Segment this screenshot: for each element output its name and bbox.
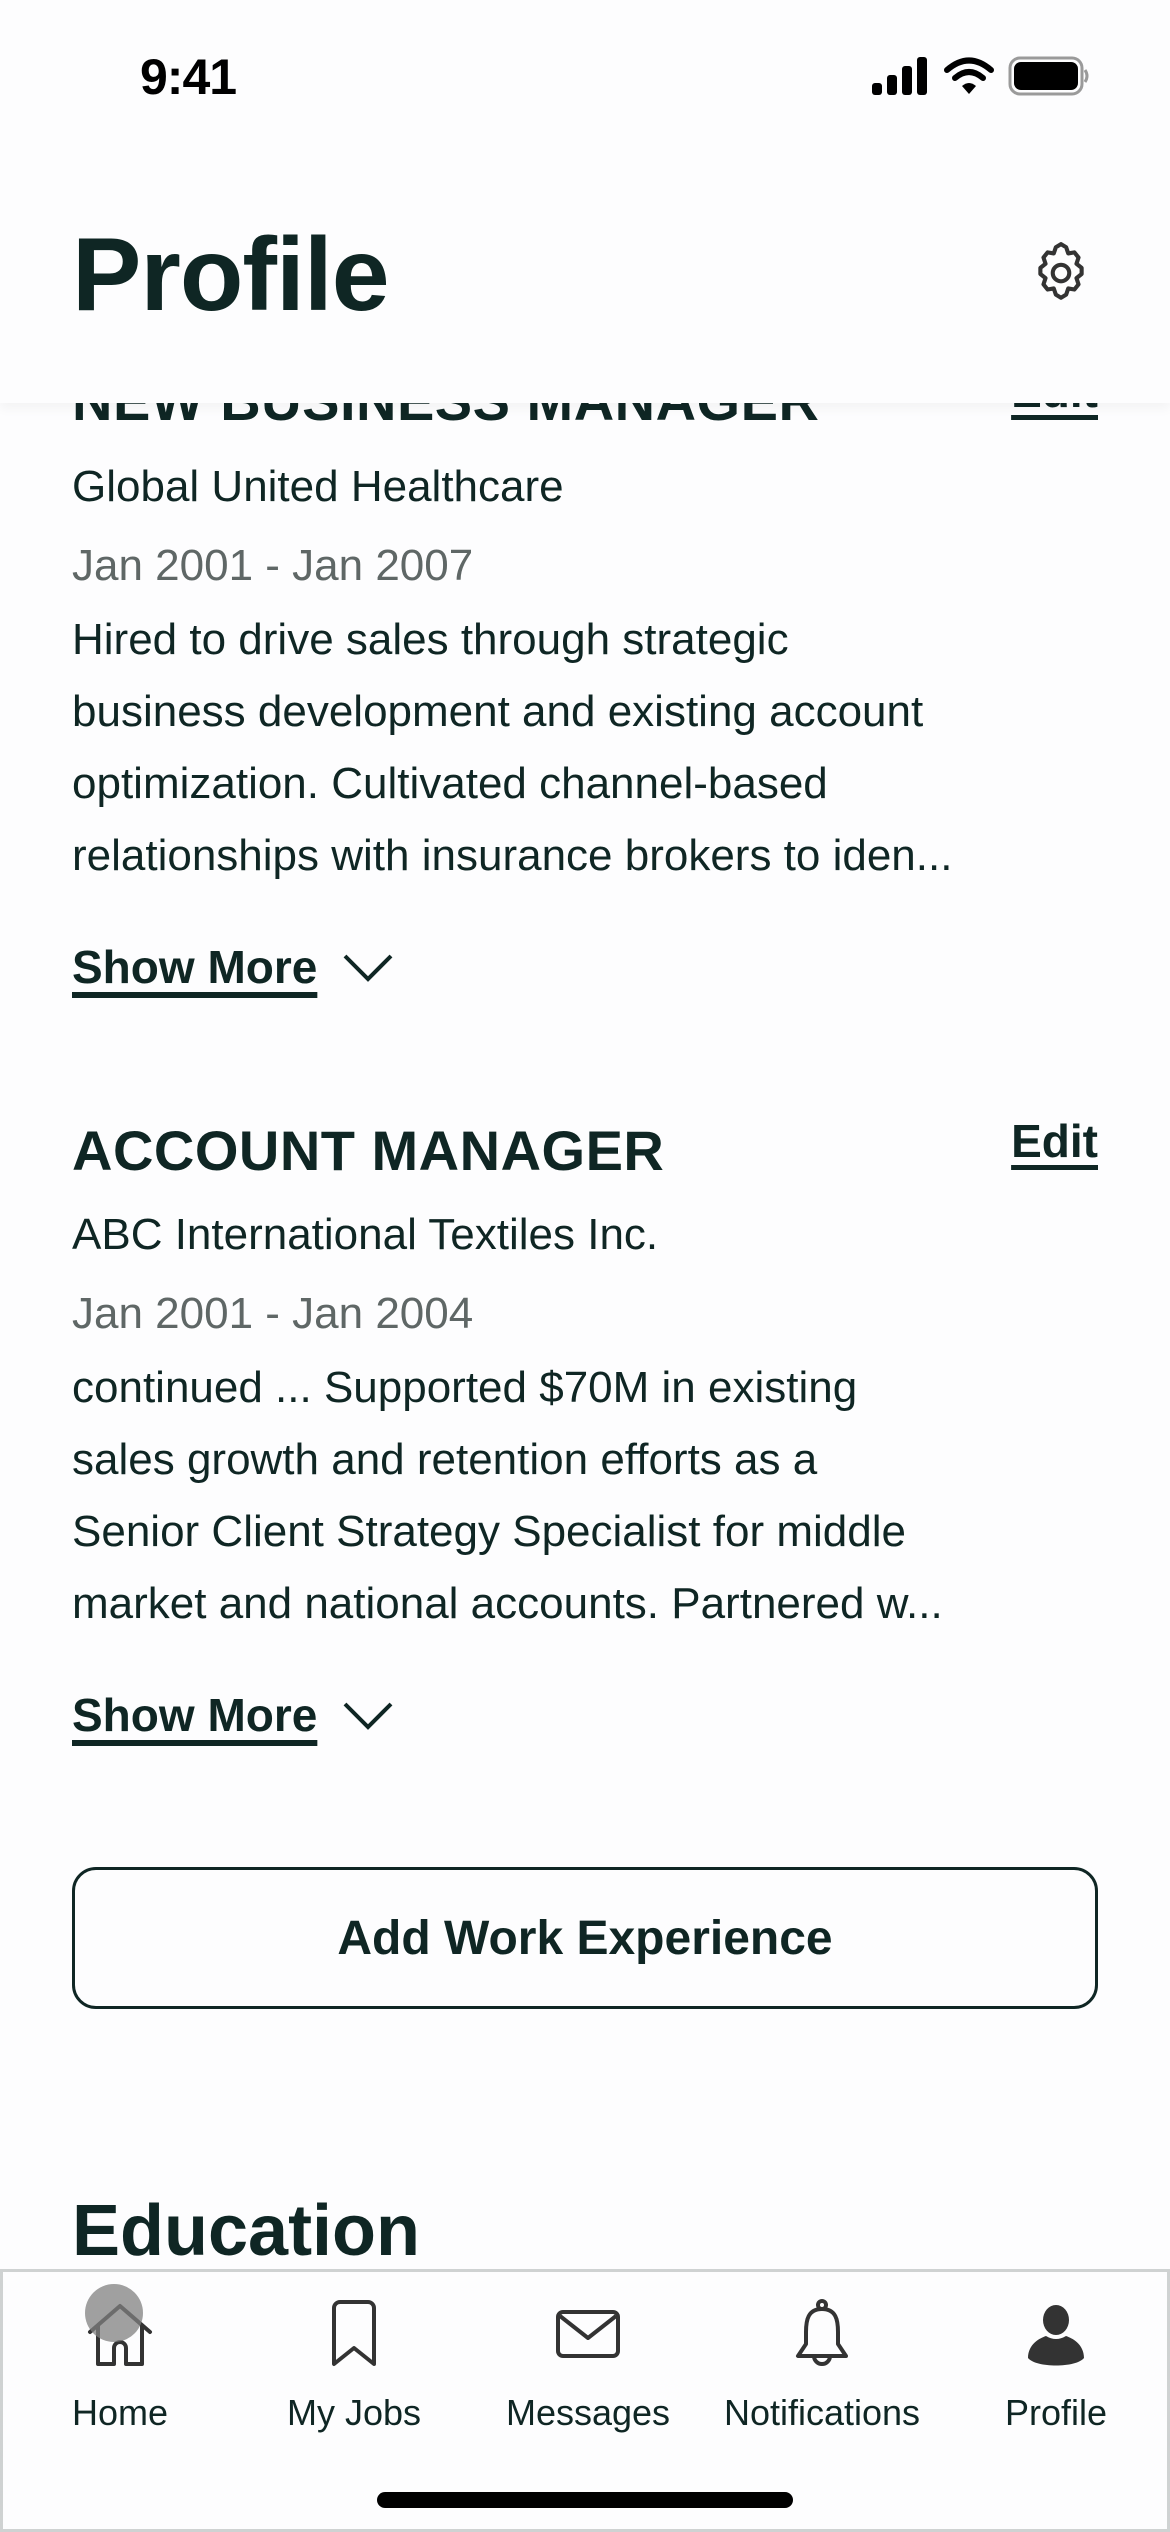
bell-icon — [796, 2299, 848, 2366]
tab-label: Profile — [1004, 2392, 1108, 2433]
tab-label: My Jobs — [286, 2392, 422, 2433]
gear-icon[interactable] — [1028, 240, 1094, 306]
employment-dates: Jan 2001 - Jan 2004 — [72, 1289, 474, 1338]
tab-profile[interactable]: Profile — [939, 2272, 1170, 2452]
description-line: continued ... Supported $70M in existing — [72, 1363, 858, 1412]
company-name: Global United Healthcare — [72, 462, 564, 511]
chevron-down-icon — [343, 1702, 393, 1730]
description-line: business development and existing accoun… — [72, 687, 924, 736]
tab-notifications[interactable]: Notifications — [705, 2272, 939, 2452]
show-more-button[interactable]: Show More — [72, 940, 395, 994]
home-indicator[interactable] — [377, 2492, 793, 2508]
battery-icon — [1008, 56, 1089, 96]
tab-label: Messages — [505, 2392, 671, 2433]
touch-indicator — [85, 2284, 143, 2342]
envelope-icon — [556, 2310, 620, 2358]
description-line: relationships with insurance brokers to … — [72, 831, 953, 880]
chevron-down-icon — [343, 954, 393, 982]
description-line: market and national accounts. Partnered … — [72, 1579, 943, 1628]
job-description: continued ... Supported $70M in existing… — [72, 1352, 1112, 1640]
add-work-experience-button[interactable]: Add Work Experience — [72, 1867, 1098, 2009]
signal-icon — [872, 57, 927, 95]
status-time: 9:41 — [140, 49, 237, 105]
status-icons — [872, 56, 1090, 96]
tab-label: Home — [71, 2392, 169, 2433]
tab-messages[interactable]: Messages — [471, 2272, 705, 2452]
company-name: ABC International Textiles Inc. — [72, 1210, 659, 1259]
wifi-icon — [944, 57, 994, 94]
header: 9:41 Profile — [0, 0, 1170, 403]
page-title: Profile — [72, 217, 390, 333]
job-title: ACCOUNT MANAGER — [72, 1119, 665, 1182]
edit-link[interactable]: Edit — [1011, 1114, 1098, 1168]
show-more-button[interactable]: Show More — [72, 1688, 395, 1742]
show-more-label: Show More — [72, 1689, 318, 1741]
employment-dates: Jan 2001 - Jan 2007 — [72, 541, 474, 590]
tab-my-jobs[interactable]: My Jobs — [237, 2272, 471, 2452]
description-line: Senior Client Strategy Specialist for mi… — [72, 1507, 906, 1556]
bookmark-icon — [332, 2300, 376, 2366]
description-line: Hired to drive sales through strategic — [72, 615, 789, 664]
description-line: optimization. Cultivated channel-based — [72, 759, 828, 808]
job-description: Hired to drive sales through strategic b… — [72, 604, 1112, 892]
show-more-label: Show More — [72, 941, 318, 993]
description-line: sales growth and retention efforts as a — [72, 1435, 818, 1484]
tab-label: Notifications — [723, 2392, 921, 2433]
person-icon — [1028, 2305, 1084, 2366]
education-section-title: Education — [72, 2191, 421, 2271]
